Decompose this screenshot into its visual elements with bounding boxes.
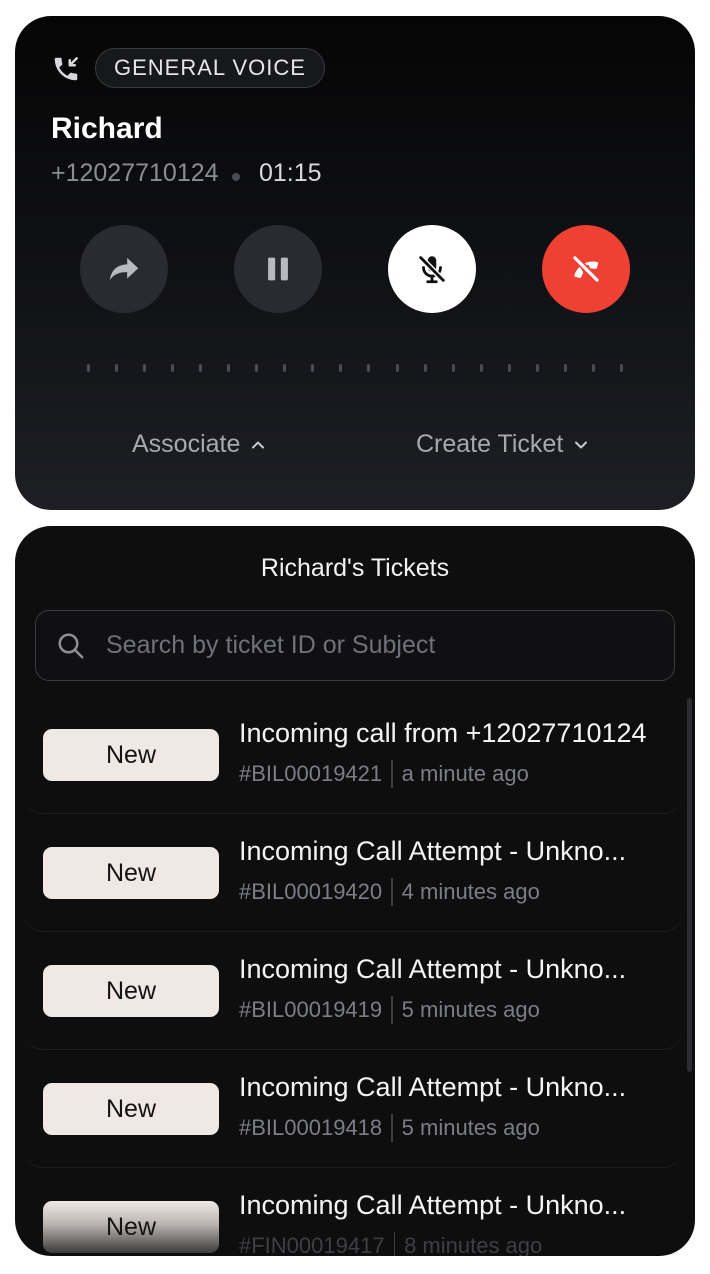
- create-ticket-dropdown-button[interactable]: Create Ticket: [416, 430, 589, 459]
- ticket-list: New Incoming call from +12027710124 #BIL00…: [23, 696, 683, 1256]
- ticket-status-badge: New: [43, 1201, 219, 1253]
- audio-level-tick: [535, 364, 539, 372]
- meta-divider: [391, 760, 393, 788]
- ticket-subject: Incoming Call Attempt - Unkno...: [239, 1072, 627, 1102]
- ticket-list-scrollbar[interactable]: [687, 698, 692, 1072]
- ticket-time: 8 minutes ago: [404, 1233, 543, 1256]
- audio-level-tick: [87, 364, 90, 372]
- active-call-card: GENERAL VOICE Richard +12027710124 01:15…: [15, 16, 695, 510]
- ticket-meta: #FIN00019417 8 minutes ago: [239, 1232, 542, 1256]
- transfer-call-button[interactable]: [80, 225, 168, 313]
- create-ticket-label: Create Ticket: [416, 430, 564, 458]
- audio-level-tick: [423, 364, 427, 372]
- ticket-status-badge: New: [43, 847, 219, 899]
- incoming-call-icon: [54, 57, 78, 81]
- ticket-search-box[interactable]: [35, 610, 675, 681]
- audio-level-tick: [255, 364, 259, 372]
- chevron-up-icon: [252, 441, 265, 448]
- ticket-status-badge: New: [43, 965, 219, 1017]
- search-icon: [58, 633, 84, 659]
- ticket-meta: #BIL00019418 5 minutes ago: [239, 1114, 540, 1142]
- audio-level-tick: [479, 364, 483, 372]
- ticket-row[interactable]: New Incoming call from +12027710124 #BIL00…: [23, 696, 683, 814]
- ticket-row[interactable]: New Incoming Call Attempt - Unkno... #BIL0…: [23, 1050, 683, 1168]
- ticket-time: 4 minutes ago: [401, 879, 540, 904]
- ticket-status-badge: New: [43, 729, 219, 781]
- audio-level-tick: [115, 364, 119, 372]
- audio-level-tick: [283, 364, 287, 372]
- ticket-meta: #BIL00019420 4 minutes ago: [239, 878, 540, 906]
- chevron-down-icon: [575, 441, 588, 448]
- ticket-id: #BIL00019418: [239, 1115, 383, 1140]
- audio-level-tick: [451, 364, 455, 372]
- audio-level-tick: [339, 364, 343, 372]
- ticket-time: a minute ago: [401, 761, 529, 786]
- audio-level-tick: [367, 364, 371, 372]
- associate-dropdown-button[interactable]: Associate: [132, 430, 266, 459]
- ticket-subject: Incoming Call Attempt - Unkno...: [239, 836, 627, 866]
- audio-level-tick: [591, 364, 595, 372]
- queue-badge: GENERAL VOICE: [95, 48, 325, 88]
- ticket-time: 5 minutes ago: [401, 1115, 540, 1140]
- meta-divider: [393, 1232, 396, 1256]
- ticket-row[interactable]: New Incoming Call Attempt - Unkno... #BIL0…: [23, 814, 683, 932]
- audio-level-tick: [619, 364, 623, 372]
- meta-divider: [391, 996, 393, 1024]
- hang-up-icon: [571, 254, 601, 284]
- call-duration: 01:15: [259, 159, 322, 187]
- caller-name: Richard: [51, 112, 163, 145]
- ticket-subject: Incoming Call Attempt - Unkno...: [239, 954, 627, 984]
- audio-level-tick: [507, 364, 511, 372]
- mute-button[interactable]: [388, 225, 476, 313]
- audio-level-tick: [563, 364, 567, 372]
- ticket-id: #FIN00019417: [239, 1233, 385, 1256]
- forward-arrow-icon: [109, 257, 139, 281]
- ticket-row[interactable]: New Incoming Call Attempt - Unkno... #BIL0…: [23, 932, 683, 1050]
- customer-tickets-panel: Richard's Tickets New Incoming call from …: [15, 526, 695, 1256]
- audio-level-tick: [395, 364, 399, 372]
- ticket-subject: Incoming call from +12027710124: [239, 718, 647, 748]
- audio-level-tick: [311, 364, 315, 372]
- caller-phone-number: +12027710124: [51, 159, 219, 187]
- audio-level-tick: [199, 364, 203, 372]
- meta-divider: [391, 878, 393, 906]
- end-call-button[interactable]: [542, 225, 630, 313]
- ticket-meta: #BIL00019421 a minute ago: [239, 760, 529, 788]
- audio-level-tick: [227, 364, 231, 372]
- separator-dot: [232, 173, 240, 181]
- audio-level-tick: [143, 364, 147, 372]
- hold-call-button[interactable]: [234, 225, 322, 313]
- ticket-time: 5 minutes ago: [401, 997, 540, 1022]
- audio-level-tick: [171, 364, 175, 372]
- ticket-id: #BIL00019420: [239, 879, 383, 904]
- ticket-row[interactable]: New Incoming Call Attempt - Unkno... #FIN0…: [23, 1168, 683, 1256]
- ticket-status-badge: New: [43, 1083, 219, 1135]
- panel-title: Richard's Tickets: [260, 554, 450, 582]
- ticket-meta: #BIL00019419 5 minutes ago: [239, 996, 540, 1024]
- ticket-id: #BIL00019419: [239, 997, 383, 1022]
- microphone-off-icon: [417, 254, 447, 284]
- pause-icon: [268, 257, 288, 281]
- ticket-subject: Incoming Call Attempt - Unkno...: [239, 1190, 627, 1220]
- meta-divider: [391, 1114, 393, 1142]
- associate-label: Associate: [132, 430, 241, 458]
- ticket-id: #BIL00019421: [239, 761, 383, 786]
- ticket-search-input[interactable]: [106, 611, 656, 679]
- audio-level-indicator: [87, 364, 623, 374]
